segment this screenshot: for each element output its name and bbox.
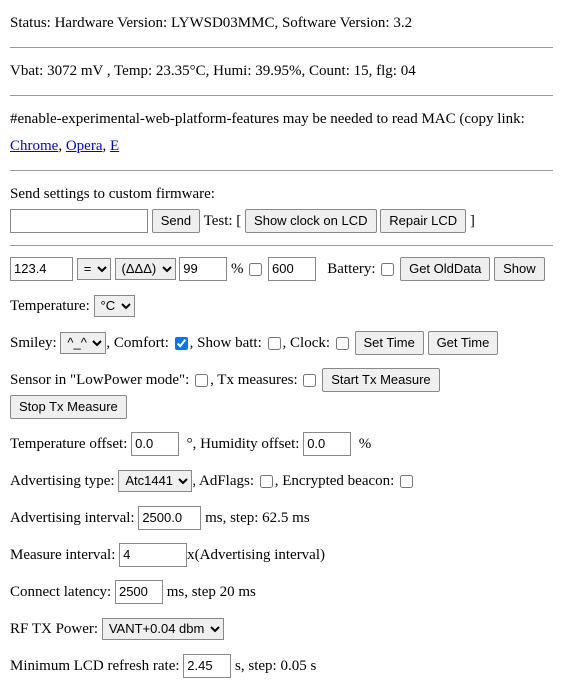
- advint-label: Advertising interval:: [10, 510, 138, 526]
- e-link[interactable]: E: [110, 138, 119, 154]
- smiley-label: Smiley:: [10, 335, 60, 351]
- pct-input[interactable]: [179, 257, 227, 281]
- showbatt-checkbox[interactable]: [268, 337, 281, 350]
- value-input[interactable]: [10, 257, 73, 281]
- latency-suffix: ms, step 20 ms: [163, 584, 256, 600]
- send-button[interactable]: Send: [152, 209, 200, 233]
- advint-suffix: ms, step: 62.5 ms: [201, 510, 309, 526]
- advtype-label: Advertising type:: [10, 473, 118, 489]
- showbatt-label: , Show batt:: [190, 335, 266, 351]
- smiley-select[interactable]: ^_^: [60, 332, 106, 354]
- smiley-row: Smiley: ^_^, Comfort: , Show batt: , Clo…: [10, 330, 553, 357]
- opera-link[interactable]: Opera: [66, 138, 103, 154]
- count-label: , Count:: [302, 63, 354, 79]
- box-input[interactable]: [268, 257, 316, 281]
- temp-offset-input[interactable]: [131, 432, 179, 456]
- send-settings-row: Send settings to custom firmware: Send T…: [10, 181, 553, 235]
- measure-suffix: x(Advertising interval): [187, 547, 325, 563]
- divider: [10, 47, 553, 48]
- measure-label: Measure interval:: [10, 547, 119, 563]
- pct-checkbox[interactable]: [249, 263, 262, 276]
- status-sw-label: , Software Version:: [274, 15, 393, 31]
- eq-select[interactable]: =: [77, 258, 111, 280]
- repair-lcd-button[interactable]: Repair LCD: [380, 209, 466, 233]
- lcd-suffix: s, step: 0.05 s: [231, 658, 316, 674]
- advtype-row: Advertising type: Atc1441, AdFlags: , En…: [10, 468, 553, 495]
- set-time-button[interactable]: Set Time: [355, 331, 424, 355]
- sensor-row: Sensor in "LowPower mode": , Tx measures…: [10, 367, 553, 421]
- humi-value: 39.95%: [255, 63, 301, 79]
- send-input[interactable]: [10, 209, 148, 233]
- stop-tx-button[interactable]: Stop Tx Measure: [10, 395, 127, 419]
- flg-value: 04: [401, 63, 416, 79]
- temp-unit-select[interactable]: °C: [94, 295, 135, 317]
- vbat-value: 3072 mV: [47, 63, 103, 79]
- advtype-select[interactable]: Atc1441: [118, 470, 192, 492]
- adflags-label: , AdFlags:: [192, 473, 257, 489]
- adflags-checkbox[interactable]: [260, 475, 273, 488]
- offset-row: Temperature offset: °, Humidity offset: …: [10, 431, 553, 458]
- rfpower-label: RF TX Power:: [10, 621, 102, 637]
- sensor-label: Sensor in "LowPower mode":: [10, 372, 193, 388]
- tri-select[interactable]: (ΔΔΔ): [115, 258, 176, 280]
- comfort-checkbox[interactable]: [175, 337, 188, 350]
- note-text: #enable-experimental-web-platform-featur…: [10, 111, 525, 127]
- measure-input[interactable]: [119, 543, 187, 567]
- clock-checkbox[interactable]: [336, 337, 349, 350]
- temp-label: , Temp:: [103, 63, 156, 79]
- status-line: Status: Hardware Version: LYWSD03MMC, So…: [10, 10, 553, 37]
- readings-line: Vbat: 3072 mV , Temp: 23.35°C, Humi: 39.…: [10, 58, 553, 85]
- tx-checkbox[interactable]: [303, 374, 316, 387]
- pct-label: %: [231, 261, 244, 277]
- chrome-link[interactable]: Chrome: [10, 138, 58, 154]
- close-bracket: ]: [466, 213, 475, 229]
- rfpower-row: RF TX Power: VANT+0.04 dbm: [10, 616, 553, 643]
- get-time-button[interactable]: Get Time: [428, 331, 499, 355]
- test-label: Test: [: [200, 213, 245, 229]
- get-olddata-button[interactable]: Get OldData: [400, 257, 490, 281]
- measure-row: Measure interval: x(Advertising interval…: [10, 542, 553, 569]
- enc-label: , Encrypted beacon:: [275, 473, 398, 489]
- deg-label: °, Humidity offset:: [187, 436, 304, 452]
- latency-label: Connect latency:: [10, 584, 115, 600]
- divider: [10, 170, 553, 171]
- divider: [10, 95, 553, 96]
- flg-label: , flg:: [369, 63, 401, 79]
- temperature-row: Temperature: °C: [10, 293, 553, 320]
- battery-label: Battery:: [327, 261, 379, 277]
- start-tx-button[interactable]: Start Tx Measure: [322, 368, 439, 392]
- humi-label: , Humi:: [206, 63, 256, 79]
- temp-value: 23.35°C: [156, 63, 206, 79]
- status-hw: LYWSD03MMC: [171, 15, 275, 31]
- lowpower-checkbox[interactable]: [195, 374, 208, 387]
- lcd-label: Minimum LCD refresh rate:: [10, 658, 183, 674]
- latency-row: Connect latency: ms, step 20 ms: [10, 579, 553, 606]
- enc-checkbox[interactable]: [400, 475, 413, 488]
- advint-input[interactable]: [138, 506, 201, 530]
- show-button[interactable]: Show: [494, 257, 545, 281]
- send-label: Send settings to custom firmware:: [10, 186, 215, 202]
- lcd-row: Minimum LCD refresh rate: s, step: 0.05 …: [10, 653, 553, 680]
- tx-label: , Tx measures:: [210, 372, 301, 388]
- battery-checkbox[interactable]: [381, 263, 394, 276]
- count-value: 15: [354, 63, 369, 79]
- vbat-label: Vbat:: [10, 63, 47, 79]
- comfort-label: , Comfort:: [106, 335, 172, 351]
- temp-offset-label: Temperature offset:: [10, 436, 131, 452]
- clock-label: , Clock:: [283, 335, 334, 351]
- status-prefix: Status: Hardware Version:: [10, 15, 171, 31]
- show-clock-button[interactable]: Show clock on LCD: [245, 209, 376, 233]
- latency-input[interactable]: [115, 580, 163, 604]
- offset-pct-label: %: [359, 436, 372, 452]
- rfpower-select[interactable]: VANT+0.04 dbm: [102, 618, 224, 640]
- humi-offset-input[interactable]: [303, 432, 351, 456]
- note-line: #enable-experimental-web-platform-featur…: [10, 106, 553, 160]
- temperature-label: Temperature:: [10, 298, 94, 314]
- advint-row: Advertising interval: ms, step: 62.5 ms: [10, 505, 553, 532]
- lcd-input[interactable]: [183, 654, 231, 678]
- status-sw: 3.2: [393, 15, 412, 31]
- divider: [10, 245, 553, 246]
- value-row: = (ΔΔΔ) % Battery: Get OldData Show: [10, 256, 553, 283]
